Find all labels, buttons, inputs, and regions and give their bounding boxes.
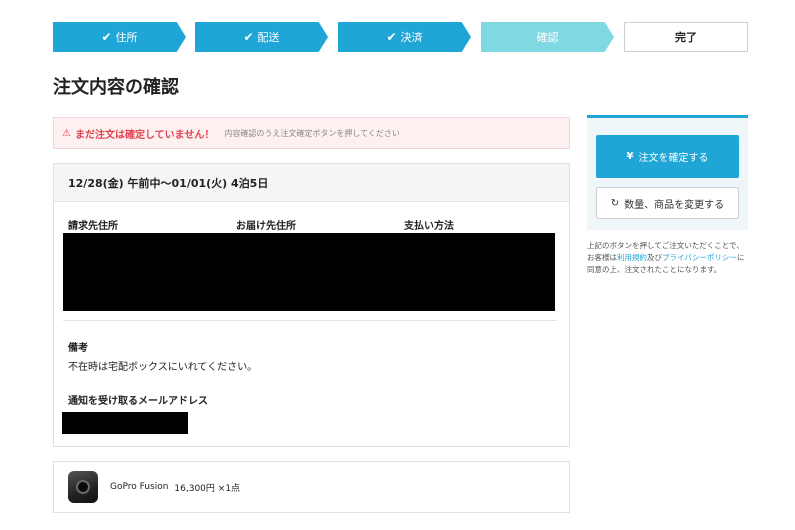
payment-method-label: 支払い方法 (404, 221, 454, 232)
step-address: ✔ 住所 (53, 22, 186, 52)
alert-message: まだ注文は確定していません！ (74, 129, 215, 141)
remarks-text: 不在時は宅配ボックスにいれてください。 (68, 362, 258, 373)
step-complete: 完了 (624, 22, 748, 52)
divider (63, 320, 557, 321)
product-price-qty: 16,300円 ×1点 (174, 483, 241, 494)
checkout-stepper: ✔ 住所 ✔ 配送 ✔ 決済 確認 完了 (53, 22, 748, 52)
alert-hint: 内容確認のうえ注文確定ボタンを押してください (224, 128, 400, 138)
step-label: 決済 (400, 31, 423, 44)
product-thumbnail (68, 471, 98, 503)
confirm-order-button[interactable]: ¥ 注文を確定する (596, 135, 739, 178)
step-payment: ✔ 決済 (338, 22, 471, 52)
unconfirmed-alert: ⚠ まだ注文は確定していません！ 内容確認のうえ注文確定ボタンを押してください (53, 117, 570, 149)
step-label: 完了 (675, 31, 697, 44)
redacted-address-block (63, 233, 555, 311)
step-confirm: 確認 (481, 22, 614, 52)
order-action-panel: ¥ 注文を確定する ↻ 数量、商品を変更する (587, 115, 748, 230)
change-items-button[interactable]: ↻ 数量、商品を変更する (596, 187, 739, 219)
warning-icon: ⚠ (62, 127, 71, 139)
redacted-email (62, 412, 188, 434)
check-icon: ✔ (386, 30, 397, 44)
change-items-label: 数量、商品を変更する (624, 199, 725, 211)
billing-address-label: 請求先住所 (68, 221, 118, 232)
confirm-order-label: 注文を確定する (638, 153, 709, 164)
order-item: GoPro Fusion 16,300円 ×1点 (53, 461, 570, 513)
step-label: 確認 (536, 31, 559, 44)
order-details-card: 12/28(金) 午前中〜01/01(火) 4泊5日 請求先住所 お届け先住所 … (53, 163, 570, 447)
product-name: GoPro Fusion (110, 482, 169, 492)
terms-notice-text: 及び (647, 253, 662, 262)
privacy-policy-link[interactable]: プライバシーポリシー (662, 253, 737, 262)
step-shipping: ✔ 配送 (195, 22, 328, 52)
shipping-address-label: お届け先住所 (236, 221, 296, 232)
terms-link[interactable]: 利用規約 (617, 253, 647, 262)
step-label: 配送 (257, 31, 280, 44)
yen-icon: ¥ (626, 151, 634, 162)
rental-period: 12/28(金) 午前中〜01/01(火) 4泊5日 (54, 164, 569, 202)
remarks-label: 備考 (68, 343, 88, 354)
notification-email-label: 通知を受け取るメールアドレス (68, 396, 208, 407)
step-label: 住所 (115, 31, 138, 44)
checkout-confirm-page: ✔ 住所 ✔ 配送 ✔ 決済 確認 完了 注文内容の確認 ⚠ まだ注文は確定して… (0, 0, 795, 530)
refresh-icon: ↻ (610, 197, 620, 209)
page-title: 注文内容の確認 (53, 77, 179, 98)
check-icon: ✔ (101, 30, 112, 44)
check-icon: ✔ (243, 30, 254, 44)
camera-lens-icon (76, 480, 90, 494)
terms-notice: 上記のボタンを押してご注文いただくことで、お客様は利用規約及びプライバシーポリシ… (587, 240, 749, 276)
